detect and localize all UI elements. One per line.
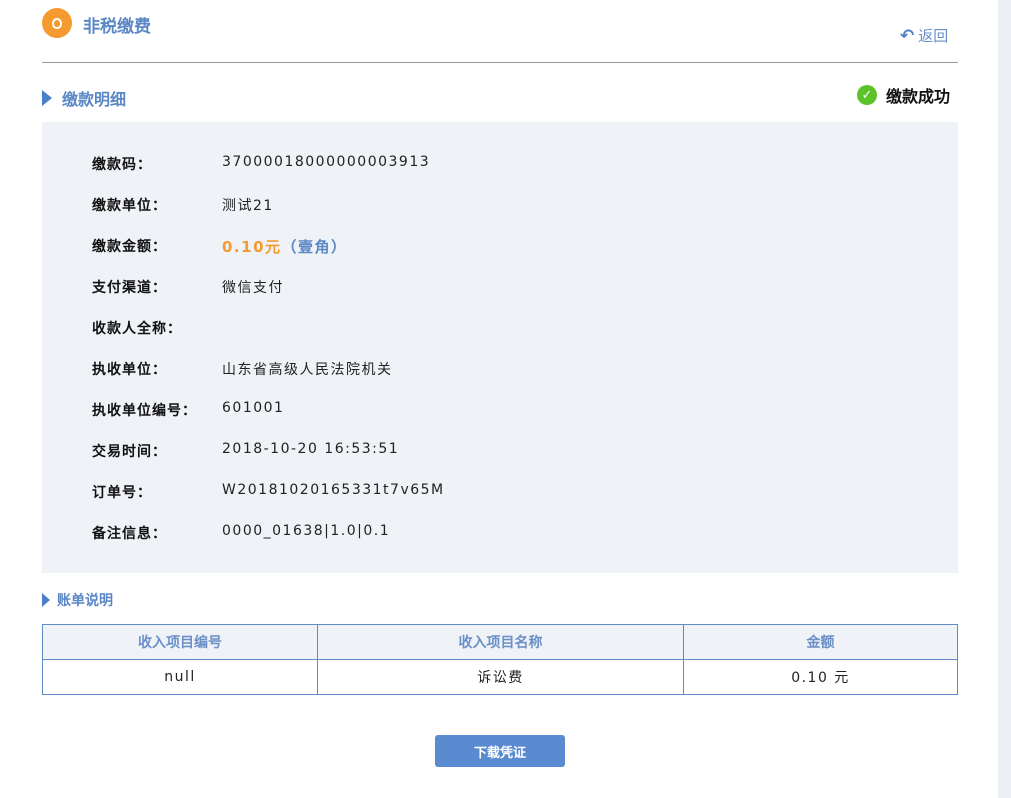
value: 2018-10-20 16:53:51 <box>222 441 399 461</box>
label: 缴款金额： <box>92 236 222 257</box>
label: 订单号： <box>92 482 222 502</box>
money-bag-icon <box>42 8 72 38</box>
value: 测试21 <box>222 195 274 215</box>
bill-table: 收入项目编号 收入项目名称 金额 null 诉讼费 0.10 元 <box>42 624 958 695</box>
detail-row: 支付渠道：微信支付 <box>92 277 284 297</box>
detail-row: 订单号：W20181020165331t7v65M <box>92 482 445 502</box>
section-title: 账单说明 <box>57 590 113 610</box>
detail-row: 执收单位：山东省高级人民法院机关 <box>92 359 393 379</box>
amount-chinese: （壹角） <box>282 238 348 256</box>
status-text: 缴款成功 <box>886 83 950 107</box>
triangle-icon <box>42 593 50 607</box>
detail-row: 收款人全称： <box>92 318 222 338</box>
reply-arrow-icon: ↶ <box>900 26 914 46</box>
label: 执收单位： <box>92 359 222 379</box>
label: 缴款单位： <box>92 195 222 215</box>
section-header-detail: 缴款明细 <box>42 86 126 110</box>
label: 备注信息： <box>92 523 222 543</box>
back-label: 返回 <box>918 25 948 46</box>
value: 0000_01638|1.0|0.1 <box>222 523 390 543</box>
detail-panel: 缴款码：37000018000000003913 缴款单位：测试21 缴款金额：… <box>42 122 958 573</box>
column-header: 收入项目编号 <box>43 625 318 660</box>
scrollbar-track[interactable] <box>998 0 1011 798</box>
label: 交易时间： <box>92 441 222 461</box>
amount-value: 0.10元 <box>222 238 282 256</box>
detail-row: 备注信息：0000_01638|1.0|0.1 <box>92 523 390 543</box>
section-title: 缴款明细 <box>62 86 126 110</box>
table-header-row: 收入项目编号 收入项目名称 金额 <box>43 625 958 660</box>
cell: 0.10 元 <box>684 660 958 695</box>
detail-row: 交易时间：2018-10-20 16:53:51 <box>92 441 399 461</box>
table-row: null 诉讼费 0.10 元 <box>43 660 958 695</box>
page-title: 非税缴费 <box>83 12 151 37</box>
label: 支付渠道： <box>92 277 222 297</box>
cell: null <box>43 660 318 695</box>
triangle-icon <box>42 90 52 106</box>
detail-row: 缴款码：37000018000000003913 <box>92 154 430 174</box>
label: 执收单位编号： <box>92 400 222 420</box>
column-header: 收入项目名称 <box>318 625 684 660</box>
column-header: 金额 <box>684 625 958 660</box>
back-button[interactable]: ↶返回 <box>900 25 948 46</box>
label: 收款人全称： <box>92 318 222 338</box>
detail-row: 缴款金额：0.10元（壹角） <box>92 236 348 257</box>
check-circle-icon: ✓ <box>857 85 877 105</box>
detail-row: 缴款单位：测试21 <box>92 195 274 215</box>
detail-row: 执收单位编号：601001 <box>92 400 284 420</box>
label: 缴款码： <box>92 154 222 174</box>
value: 山东省高级人民法院机关 <box>222 359 393 379</box>
divider <box>42 62 958 63</box>
value: 37000018000000003913 <box>222 154 430 174</box>
status-badge: ✓ 缴款成功 <box>857 83 950 107</box>
cell: 诉讼费 <box>318 660 684 695</box>
value: 601001 <box>222 400 284 420</box>
value: W20181020165331t7v65M <box>222 482 445 502</box>
download-voucher-button[interactable]: 下载凭证 <box>435 735 565 767</box>
value: 微信支付 <box>222 277 284 297</box>
section-header-bill: 账单说明 <box>42 590 113 610</box>
